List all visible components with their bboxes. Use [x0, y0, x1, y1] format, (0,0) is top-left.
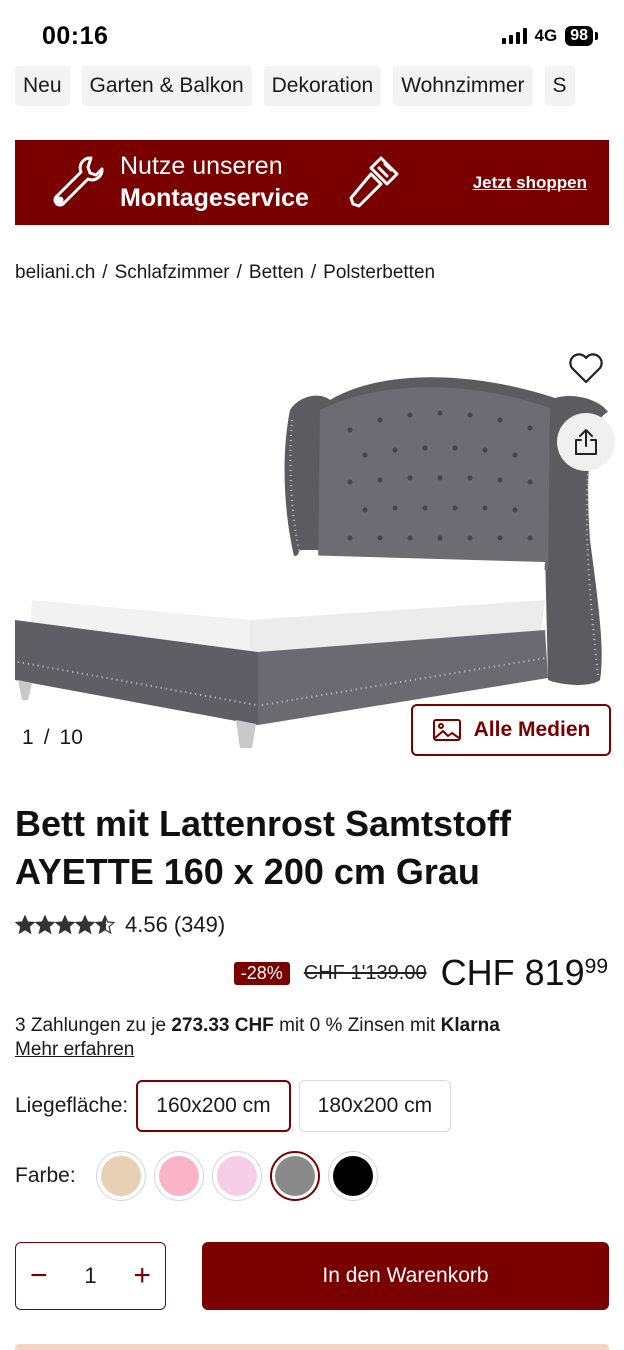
add-to-cart-button[interactable]: In den Warenkorb: [202, 1242, 609, 1310]
image-icon: [432, 719, 461, 741]
price-row: -28% CHF 1'139.00 CHF 81999: [233, 952, 608, 994]
status-indicators: 4G 98: [501, 26, 598, 46]
color-swatch-grey[interactable]: [269, 1151, 320, 1201]
gallery-counter: 1 / 10: [22, 726, 83, 750]
klarna-info: 3 Zahlungen zu je 273.33 CHF mit 0 % Zin…: [15, 1014, 500, 1062]
breadcrumb-separator: /: [236, 262, 242, 283]
category-pill-dekoration[interactable]: Dekoration: [263, 66, 382, 106]
category-pill-more[interactable]: S: [544, 66, 575, 106]
banner-line1: Nutze unseren: [120, 152, 283, 180]
status-time: 00:16: [42, 22, 109, 50]
signal-icon: [501, 28, 527, 44]
klarna-logo: Klarna: [440, 1015, 500, 1036]
color-swatch-beige[interactable]: [95, 1151, 146, 1201]
heart-icon[interactable]: [566, 348, 606, 388]
wrench-icon: [53, 156, 104, 207]
bottom-strip: [15, 1344, 609, 1350]
gallery-total: 10: [59, 726, 83, 749]
quantity-value[interactable]: 1: [84, 1263, 96, 1289]
gallery-separator: /: [43, 726, 50, 749]
price-main: CHF 819: [440, 952, 585, 993]
price-cents: 99: [584, 955, 608, 978]
klarna-amount: 273.33 CHF: [171, 1015, 274, 1036]
all-media-label: Alle Medien: [473, 718, 591, 741]
category-nav: Neu Garten & Balkon Dekoration Wohnzimme…: [15, 66, 575, 106]
breadcrumb-home[interactable]: beliani.ch: [15, 262, 95, 284]
gallery-current: 1: [22, 726, 34, 749]
share-button[interactable]: [557, 413, 615, 471]
quantity-stepper: − 1 +: [15, 1242, 166, 1310]
breadcrumb-separator: /: [310, 262, 317, 283]
status-bar: 00:16 4G 98: [0, 0, 624, 70]
product-image[interactable]: [0, 300, 624, 760]
network-type: 4G: [534, 26, 558, 45]
color-swatch-light-pink[interactable]: [211, 1151, 262, 1201]
battery-icon: 98: [565, 26, 593, 46]
rating-count: (349): [173, 912, 226, 937]
quantity-decrease-button[interactable]: −: [30, 1261, 48, 1291]
all-media-button[interactable]: Alle Medien: [411, 704, 611, 756]
breadcrumb: beliani.ch / Schlafzimmer / Betten / Pol…: [15, 262, 435, 284]
color-swatch-pink[interactable]: [153, 1151, 204, 1201]
category-pill-neu[interactable]: Neu: [15, 66, 70, 106]
size-selector: Liegefläche: 160x200 cm 180x200 cm: [15, 1080, 452, 1132]
promo-banner[interactable]: Nutze unseren Montageservice Jetzt shopp…: [15, 140, 609, 225]
banner-shop-link[interactable]: Jetzt shoppen: [473, 173, 587, 193]
screwdriver-icon: [349, 156, 399, 208]
size-option-160x200[interactable]: 160x200 cm: [136, 1080, 291, 1132]
size-option-180x200[interactable]: 180x200 cm: [298, 1080, 452, 1132]
rating[interactable]: 4.56 (349): [15, 912, 225, 938]
color-selector: Farbe:: [15, 1151, 378, 1201]
share-icon: [575, 429, 597, 455]
klarna-middle: mit 0 % Zinsen mit: [279, 1015, 436, 1036]
battery-nub: [595, 32, 598, 40]
color-swatch-black[interactable]: [327, 1151, 378, 1201]
breadcrumb-schlafzimmer[interactable]: Schlafzimmer: [115, 262, 230, 284]
klarna-prefix: 3 Zahlungen zu je: [15, 1015, 167, 1036]
old-price: CHF 1'139.00: [303, 962, 427, 984]
star-icons: [15, 915, 115, 935]
rating-stars: [15, 915, 115, 935]
rating-value: 4.56: [125, 912, 168, 937]
klarna-more-link[interactable]: Mehr erfahren: [15, 1038, 500, 1062]
breadcrumb-separator: /: [102, 262, 108, 283]
discount-badge: -28%: [233, 962, 290, 985]
category-pill-wohnzimmer[interactable]: Wohnzimmer: [393, 66, 533, 106]
breadcrumb-betten[interactable]: Betten: [249, 262, 304, 284]
banner-line2: Montageservice: [120, 184, 309, 212]
category-pill-garten[interactable]: Garten & Balkon: [81, 66, 252, 106]
color-label: Farbe:: [15, 1164, 76, 1187]
current-price: CHF 81999: [441, 952, 608, 994]
product-title: Bett mit Lattenrost Samtstoff AYETTE 160…: [15, 803, 512, 892]
breadcrumb-polsterbetten[interactable]: Polsterbetten: [323, 262, 435, 284]
quantity-increase-button[interactable]: +: [133, 1261, 151, 1291]
size-label: Liegefläche:: [15, 1094, 129, 1117]
